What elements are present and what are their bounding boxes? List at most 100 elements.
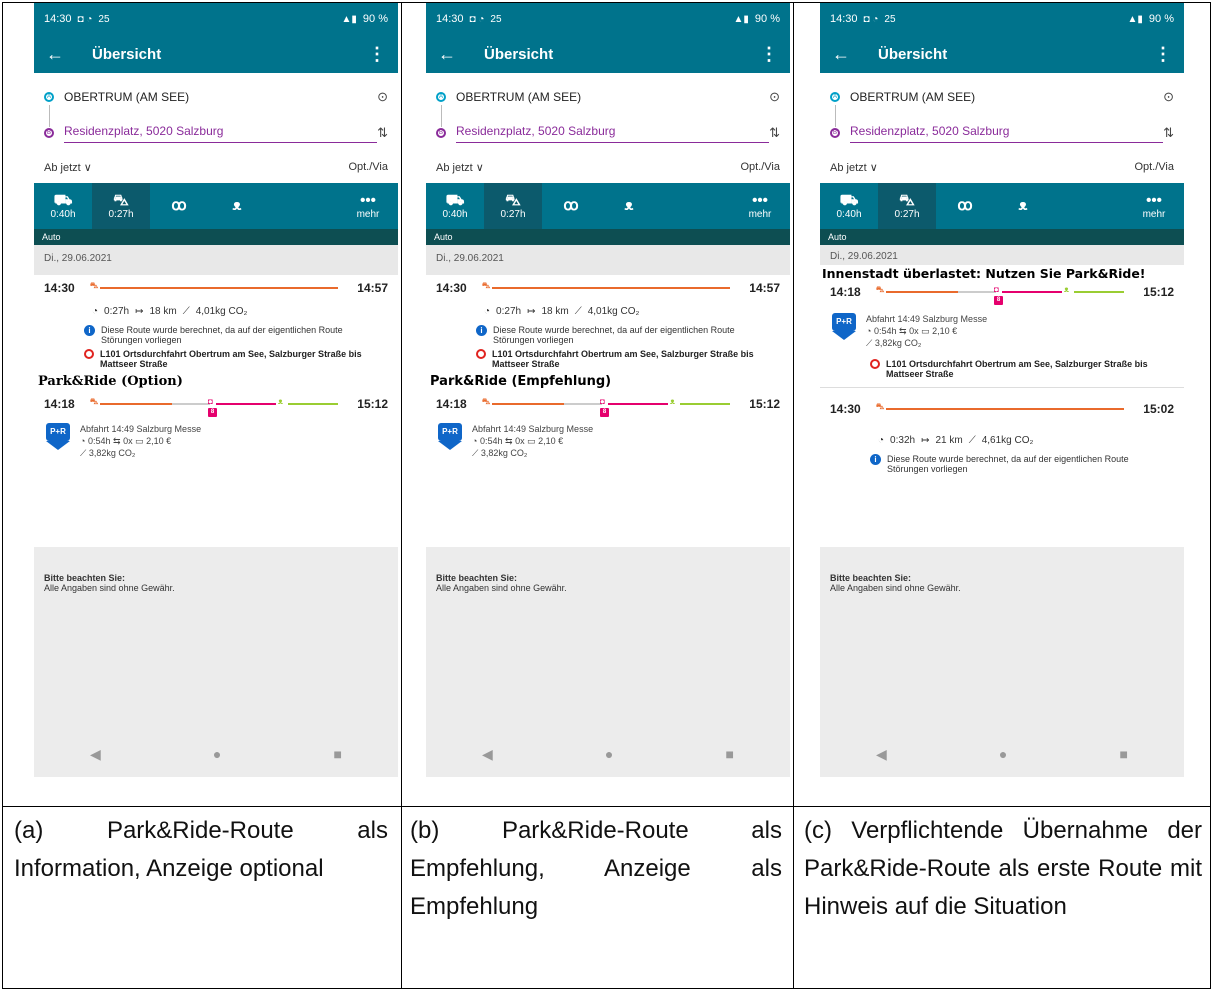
- route-co2: 4,01kg CO₂: [195, 305, 248, 317]
- tab-more[interactable]: ••• mehr: [1124, 183, 1184, 229]
- route-card-car[interactable]: 14:30 ⛍ 15:02 ◔ 0:32h ↦ 21 km ⟋ 4,61kg CO₂ iD…: [820, 396, 1184, 474]
- tab-car[interactable]: ⛍ 0:27h: [92, 183, 150, 229]
- tab-bike[interactable]: ꝏ: [936, 183, 994, 229]
- route-distance: 21 km: [935, 434, 963, 446]
- options-link[interactable]: Opt./Via: [740, 161, 780, 175]
- origin-value: OBERTRUM (AM SEE): [64, 90, 190, 104]
- tab-time: 0:27h: [108, 208, 134, 220]
- back-arrow-icon[interactable]: ←: [46, 44, 80, 65]
- nav-recent-icon[interactable]: ■: [333, 746, 341, 762]
- swap-icon[interactable]: ⇅: [377, 125, 388, 141]
- bike-icon: ꝏ: [957, 197, 973, 214]
- destination-field[interactable]: B Residenzplatz, 5020 Salzburg ⇅: [830, 115, 1174, 151]
- pr-changes: 0x: [515, 436, 525, 446]
- caption-b: (b) Park&Ride-Route als Empfehlung, Anze…: [410, 817, 782, 920]
- departure-selector[interactable]: Ab jetzt ∨: [436, 161, 484, 175]
- options-link[interactable]: Opt./Via: [348, 161, 388, 175]
- destination-marker-icon: B: [436, 128, 446, 138]
- nav-home-icon[interactable]: ●: [999, 746, 1007, 762]
- tab-transit[interactable]: ⛟ 0:40h: [34, 183, 92, 229]
- tab-transit[interactable]: ⛟ 0:40h: [820, 183, 878, 229]
- departure-row: Ab jetzt ∨ Opt./Via: [820, 153, 1184, 183]
- route-card-park-and-ride[interactable]: 14:18 ⛍ ◘ 8 ᴥ 15:12 P+R Abfahrt 14:49 Sa…: [34, 391, 398, 459]
- tab-bike[interactable]: ꝏ: [150, 183, 208, 229]
- transfer-icon: ⇆: [899, 326, 907, 336]
- park-and-ride-details: P+R Abfahrt 14:49 Salzburg Messe ◔ 0:54h…: [426, 423, 790, 459]
- info-notice: i Diese Route wurde berechnet, da auf der…: [820, 454, 1184, 474]
- locate-icon[interactable]: ⊙: [377, 89, 388, 105]
- car-icon: ⛍: [90, 281, 99, 290]
- origin-field[interactable]: A OBERTRUM (AM SEE) ⊙: [44, 79, 388, 115]
- info-text: Diese Route wurde berechnet, da auf der …: [887, 454, 1129, 474]
- mode-label: Auto: [820, 229, 1184, 245]
- tab-car[interactable]: ⛍ 0:27h: [878, 183, 936, 229]
- route-co2: 4,01kg CO₂: [587, 305, 640, 317]
- overflow-menu-icon[interactable]: ⋮: [760, 44, 778, 65]
- pr-co2: 3,82kg CO₂: [874, 338, 922, 348]
- origin-field[interactable]: A OBERTRUM (AM SEE) ⊙: [830, 79, 1174, 115]
- swap-icon[interactable]: ⇅: [769, 125, 780, 141]
- closure-notice: L101 Ortsdurchfahrt Obertrum am See, Sal…: [34, 349, 398, 369]
- nav-recent-icon[interactable]: ■: [725, 746, 733, 762]
- walk-icon: ᴥ: [670, 397, 675, 406]
- distance-icon: ↦: [921, 434, 930, 446]
- route-card-car[interactable]: 14:30 ⛍ 14:57 ◔ 0:27h ↦ 18 km ⟋ 4,01kg CO₂ iD…: [34, 275, 398, 369]
- tab-more[interactable]: ••• mehr: [338, 183, 398, 229]
- status-temp: 25: [884, 13, 896, 25]
- distance-icon: ↦: [135, 305, 144, 317]
- route-start-time: 14:30: [830, 402, 861, 416]
- overflow-menu-icon[interactable]: ⋮: [1154, 44, 1172, 65]
- status-time: 14:30: [436, 13, 464, 25]
- info-notice: i Diese Route wurde berechnet, da auf der…: [34, 325, 398, 345]
- tab-transit[interactable]: ⛟ 0:40h: [426, 183, 484, 229]
- tab-walk[interactable]: ᴥ: [994, 183, 1052, 229]
- origin-marker-icon: A: [436, 92, 446, 102]
- nav-home-icon[interactable]: ●: [605, 746, 613, 762]
- tab-car[interactable]: ⛍ 0:27h: [484, 183, 542, 229]
- overlay-label: Park&Ride (Option): [38, 374, 183, 389]
- notification-icon: ◘ ◔: [863, 13, 879, 25]
- nav-home-icon[interactable]: ●: [213, 746, 221, 762]
- closure-notice: L101 Ortsdurchfahrt Obertrum am See, Sal…: [426, 349, 790, 369]
- notes-title: Bitte beachten Sie:: [44, 573, 126, 583]
- clock-icon: ◔: [472, 436, 478, 446]
- nav-back-icon[interactable]: ◀: [876, 746, 887, 763]
- nav-recent-icon[interactable]: ■: [1119, 746, 1127, 762]
- locate-icon[interactable]: ⊙: [769, 89, 780, 105]
- android-nav-bar: ◀ ● ■: [820, 731, 1184, 777]
- departure-selector[interactable]: Ab jetzt ∨: [830, 161, 878, 175]
- locate-icon[interactable]: ⊙: [1163, 89, 1174, 105]
- overflow-menu-icon[interactable]: ⋮: [368, 44, 386, 65]
- nav-back-icon[interactable]: ◀: [90, 746, 101, 763]
- route-duration: 0:27h: [104, 305, 130, 317]
- transit-segment: [216, 403, 276, 405]
- wait-segment: [564, 403, 602, 405]
- departure-prefix: Ab: [436, 162, 450, 174]
- origin-field[interactable]: A OBERTRUM (AM SEE) ⊙: [436, 79, 780, 115]
- notes-title: Bitte beachten Sie:: [436, 573, 518, 583]
- pr-changes: 0x: [123, 436, 133, 446]
- back-arrow-icon[interactable]: ←: [832, 44, 866, 65]
- closure-notice: L101 Ortsdurchfahrt Obertrum am See, Sal…: [820, 359, 1184, 379]
- route-timeline: ⛍ ◘ 8 ᴥ: [482, 396, 730, 417]
- options-link[interactable]: Opt./Via: [1134, 161, 1174, 175]
- tab-walk[interactable]: ᴥ: [600, 183, 658, 229]
- origin-value: OBERTRUM (AM SEE): [456, 90, 582, 104]
- back-arrow-icon[interactable]: ←: [438, 44, 472, 65]
- nav-back-icon[interactable]: ◀: [482, 746, 493, 763]
- route-card-park-and-ride[interactable]: 14:18 ⛍ ◘ 8 ᴥ 15:12 P+R Abfahrt 14:49 Sa…: [426, 391, 790, 459]
- tab-bike[interactable]: ꝏ: [542, 183, 600, 229]
- route-card-car[interactable]: 14:30 ⛍ 14:57 ◔ 0:27h ↦ 18 km ⟋ 4,01kg CO₂ iD…: [426, 275, 790, 369]
- route-card-park-and-ride[interactable]: 14:18 ⛍ ◘ 8 ᴥ 15:12 P+R Abfahrt 14:49 Sa…: [820, 283, 1184, 379]
- tab-more[interactable]: ••• mehr: [730, 183, 790, 229]
- departure-selector[interactable]: Ab jetzt ∨: [44, 161, 92, 175]
- destination-field[interactable]: B Residenzplatz, 5020 Salzburg ⇅: [436, 115, 780, 151]
- tab-more-label: mehr: [356, 208, 380, 220]
- column-divider: [793, 2, 794, 989]
- tab-walk[interactable]: ᴥ: [208, 183, 266, 229]
- destination-field[interactable]: B Residenzplatz, 5020 Salzburg ⇅: [44, 115, 388, 151]
- more-icon: •••: [752, 191, 768, 209]
- swap-icon[interactable]: ⇅: [1163, 125, 1174, 141]
- page-title: Übersicht: [484, 45, 554, 63]
- car-icon: ⛍: [505, 191, 521, 209]
